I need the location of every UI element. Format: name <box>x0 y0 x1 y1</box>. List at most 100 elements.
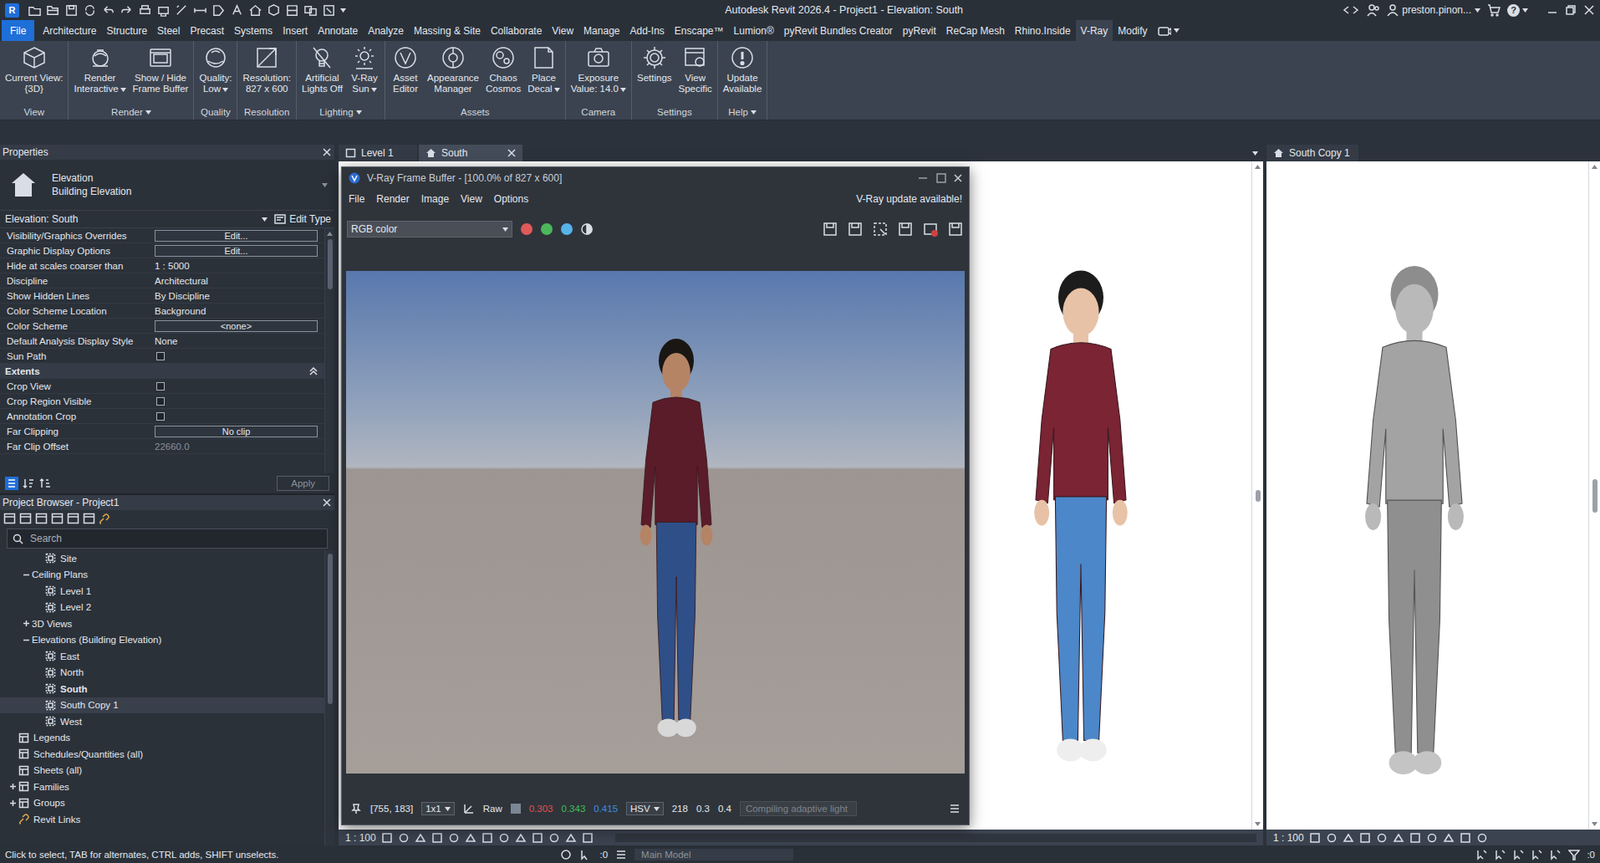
sort-za-icon[interactable] <box>38 476 52 490</box>
ribbon-tab[interactable]: Enscape™ <box>669 20 729 41</box>
sheet-icon[interactable] <box>35 512 48 525</box>
measure-icon[interactable] <box>174 3 189 18</box>
collapse-icon[interactable] <box>22 570 31 579</box>
teapot-icon[interactable] <box>947 220 964 238</box>
worksharing-icon[interactable] <box>531 831 544 844</box>
menu-item[interactable]: Image <box>421 193 449 205</box>
ribbon-button[interactable]: RenderInteractive <box>70 44 129 94</box>
panel-title[interactable]: Settings <box>633 104 716 120</box>
pin-icon[interactable] <box>350 802 362 815</box>
ribbon-options[interactable] <box>1152 20 1185 41</box>
ribbon-tab[interactable]: Analyze <box>362 20 409 41</box>
crop-view-icon[interactable] <box>1375 831 1388 844</box>
property-checkbox[interactable] <box>156 397 165 406</box>
home-icon[interactable] <box>248 3 263 18</box>
caret-icon[interactable] <box>1474 8 1481 13</box>
tree-item[interactable]: North <box>0 664 325 682</box>
views-icon[interactable] <box>303 3 318 18</box>
folder-icon[interactable] <box>27 3 42 18</box>
sort-az-icon[interactable] <box>21 476 36 490</box>
ribbon-tab[interactable]: pyRevit <box>897 20 942 41</box>
close-icon[interactable] <box>1583 4 1595 16</box>
tab-overflow[interactable] <box>1252 144 1264 162</box>
expander[interactable] <box>20 619 32 627</box>
family-icon[interactable] <box>66 512 80 525</box>
section-icon[interactable] <box>285 3 300 18</box>
drag-icon[interactable] <box>1549 848 1562 861</box>
people-icon[interactable] <box>1366 3 1381 17</box>
restore-icon[interactable] <box>1564 4 1577 16</box>
ribbon-button[interactable]: Settings <box>633 44 676 84</box>
caret-icon[interactable] <box>222 87 229 92</box>
sun-path-icon[interactable] <box>414 831 427 844</box>
tree-item[interactable]: South <box>0 680 325 698</box>
update-notice[interactable]: V-Ray update available! <box>856 193 963 205</box>
caret-icon[interactable] <box>1254 164 1261 169</box>
tree-item[interactable]: 3D Views <box>0 615 325 632</box>
zoom-dropdown[interactable]: 1x1 <box>421 801 455 816</box>
caret-icon[interactable] <box>261 217 268 222</box>
nav-arrows-icon[interactable] <box>1341 4 1361 16</box>
worksharing-icon[interactable] <box>1459 831 1472 844</box>
caret-icon[interactable] <box>145 110 152 115</box>
detail-level-icon[interactable] <box>1309 831 1321 844</box>
property-button[interactable]: Edit... <box>154 229 318 242</box>
save-icon[interactable] <box>64 3 79 18</box>
ribbon-tab[interactable]: V-Ray <box>1075 20 1114 41</box>
ribbon-button[interactable]: ArtificialLights Off <box>298 44 347 94</box>
highlight-icon[interactable] <box>565 831 577 844</box>
caret-icon[interactable] <box>502 227 509 232</box>
property-checkbox[interactable] <box>156 412 165 421</box>
ribbon-button[interactable]: V-RaySun <box>346 44 383 94</box>
view-3d-icon[interactable] <box>19 512 32 525</box>
cube-icon[interactable] <box>266 3 281 18</box>
tree-item[interactable]: Level 2 <box>0 599 325 617</box>
save-image-icon[interactable] <box>821 220 839 238</box>
ribbon-button[interactable]: Current View:{3D} <box>1 44 67 94</box>
panel-title[interactable]: View <box>1 104 67 120</box>
close-icon[interactable] <box>507 148 516 158</box>
caret-icon[interactable] <box>1591 164 1598 169</box>
type-selector[interactable]: ElevationBuilding Elevation <box>0 159 335 210</box>
menu-item[interactable]: Options <box>494 193 529 205</box>
link-select-icon[interactable] <box>1476 848 1488 861</box>
analysis-icon[interactable] <box>1476 831 1488 844</box>
close-icon[interactable] <box>953 173 963 183</box>
search-field[interactable] <box>6 528 328 549</box>
categorized-icon[interactable] <box>5 476 19 490</box>
app-logo[interactable]: R <box>5 3 20 18</box>
alpha-icon[interactable] <box>580 223 593 235</box>
caret-icon[interactable] <box>321 183 328 188</box>
undo-icon[interactable] <box>101 3 116 18</box>
detail-level-icon[interactable] <box>381 831 393 844</box>
schedule-icon[interactable] <box>50 512 64 525</box>
ribbon-tab[interactable]: Add-Ins <box>624 20 669 41</box>
search-input[interactable] <box>28 531 322 546</box>
expand-icon[interactable] <box>22 619 31 627</box>
ribbon-tab[interactable]: View <box>546 20 579 41</box>
color-picker-icon[interactable] <box>463 802 475 815</box>
caret-icon[interactable] <box>371 87 378 92</box>
ribbon-button[interactable]: ChaosCosmos <box>482 44 525 94</box>
shadows-icon[interactable] <box>431 831 444 844</box>
sun-path-icon[interactable] <box>1342 831 1355 844</box>
tree-item[interactable]: Legends <box>0 729 325 747</box>
property-button[interactable]: No clip <box>154 425 318 438</box>
ribbon-tab[interactable]: Manage <box>578 20 625 41</box>
house-icon[interactable] <box>3 512 16 525</box>
log-icon[interactable] <box>948 802 961 815</box>
design-option[interactable]: Main Model <box>634 848 794 861</box>
panel-title[interactable]: Render <box>70 104 192 120</box>
ribbon-button[interactable]: Quality:Low <box>195 44 235 94</box>
caret-icon[interactable] <box>653 806 660 811</box>
view-tab[interactable]: Level 1 <box>338 144 418 162</box>
ribbon-button[interactable]: Resolution:827 x 600 <box>239 44 295 94</box>
caret-icon[interactable] <box>340 8 347 13</box>
ribbon-button[interactable]: PlaceDecal <box>524 44 563 94</box>
caret-icon[interactable] <box>750 110 757 115</box>
drawing-canvas[interactable] <box>1266 161 1600 830</box>
ribbon-tab[interactable]: Architecture <box>37 20 102 41</box>
caret-icon[interactable] <box>1173 28 1180 33</box>
caret-icon[interactable] <box>1252 151 1259 156</box>
expander[interactable] <box>6 782 19 790</box>
